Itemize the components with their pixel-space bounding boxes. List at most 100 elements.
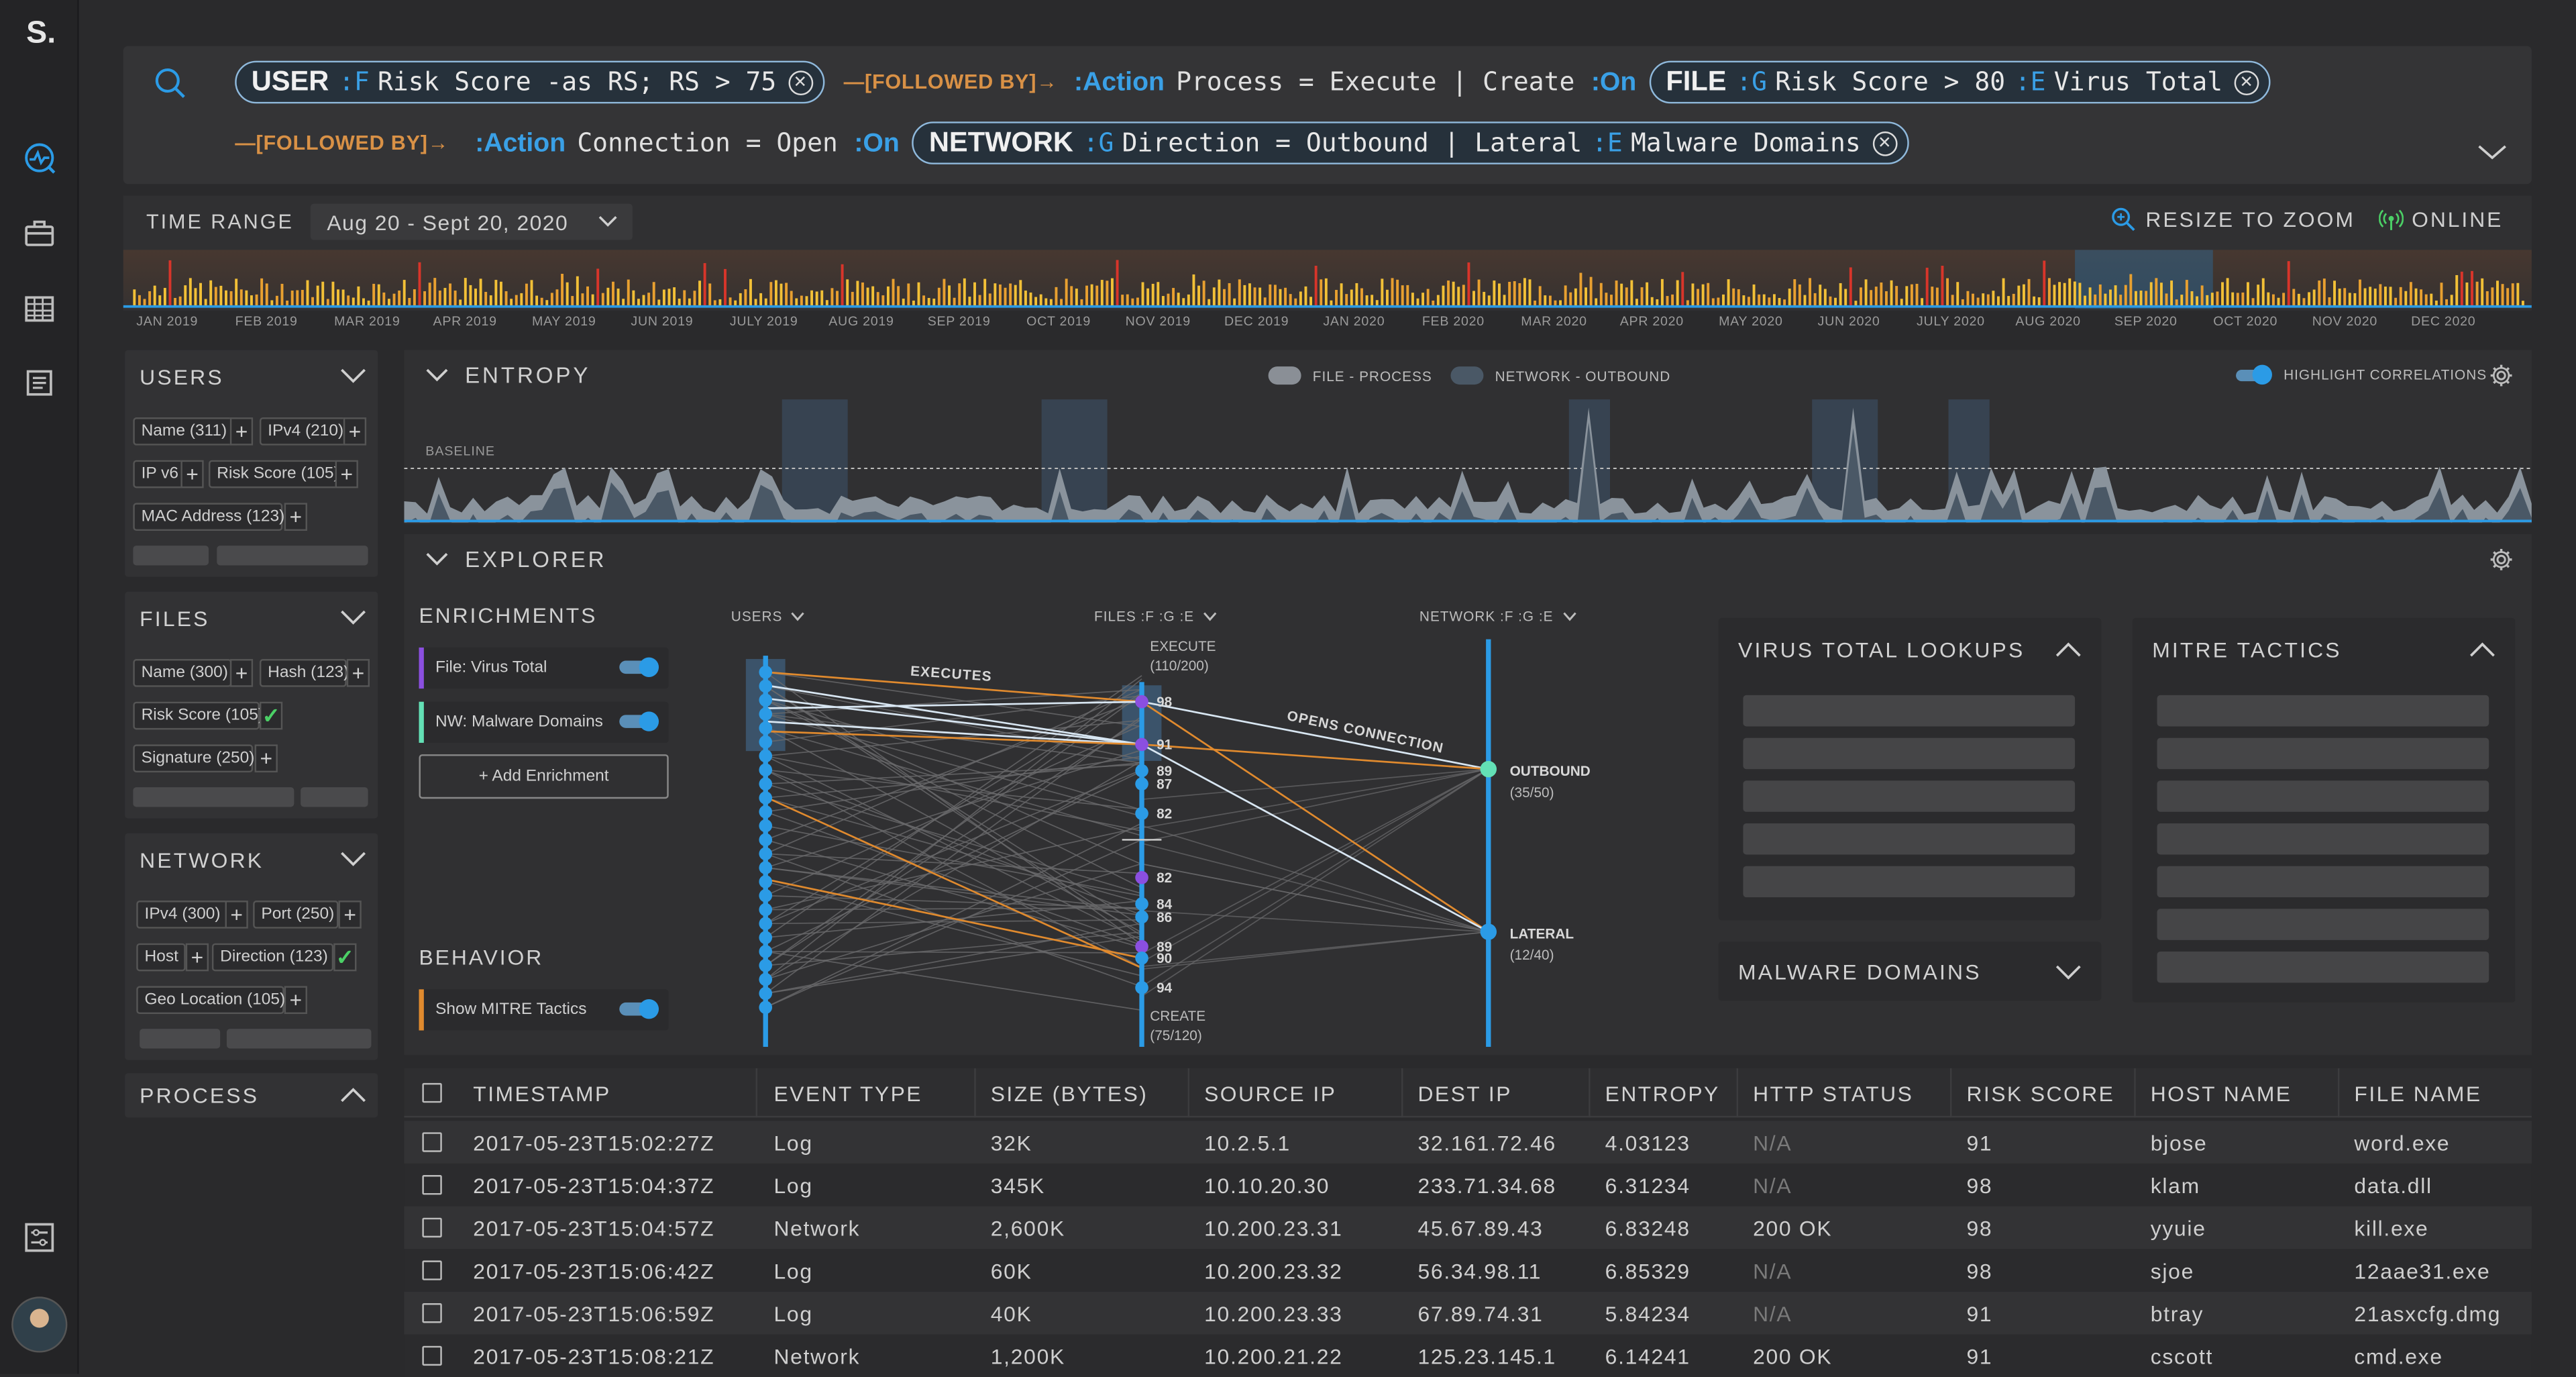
col-source-ip[interactable]: SOURCE IP xyxy=(1189,1068,1403,1118)
plus-icon[interactable]: + xyxy=(284,503,307,531)
filter-chip[interactable]: Host xyxy=(136,943,186,972)
file-node[interactable] xyxy=(1135,951,1148,965)
table-row[interactable]: 2017-05-23T15:06:42Z Log 60K 10.200.23.32 56… xyxy=(404,1249,2532,1292)
col-event-type[interactable]: EVENT TYPE xyxy=(759,1068,976,1118)
col-timestamp[interactable]: TIMESTAMP xyxy=(458,1068,757,1118)
close-icon[interactable]: ✕ xyxy=(2234,70,2259,95)
filter-chip[interactable]: Port (250) xyxy=(253,901,339,929)
file-node[interactable] xyxy=(1135,939,1148,954)
filters-icon[interactable] xyxy=(23,1221,56,1254)
col-http-status[interactable]: HTTP STATUS xyxy=(1738,1068,1952,1118)
user-node[interactable] xyxy=(759,833,773,847)
row-checkbox[interactable] xyxy=(422,1260,442,1280)
check-icon[interactable]: ✓ xyxy=(259,701,283,730)
lateral-node[interactable] xyxy=(1480,923,1497,940)
user-node[interactable] xyxy=(759,917,773,931)
activity-icon[interactable] xyxy=(23,142,56,174)
col-size[interactable]: SIZE (BYTES) xyxy=(976,1068,1190,1118)
malware-domains-card[interactable]: MALWARE DOMAINS xyxy=(1718,941,2102,1001)
network-query-pill[interactable]: NETWORK :G Direction = Outbound | Latera… xyxy=(912,121,1909,164)
user-node[interactable] xyxy=(759,931,773,944)
chevron-down-icon[interactable] xyxy=(425,368,448,383)
legend-file-process[interactable]: FILE - PROCESS xyxy=(1268,366,1432,385)
close-icon[interactable]: ✕ xyxy=(1872,130,1897,156)
table-icon[interactable] xyxy=(23,293,56,325)
file-node[interactable] xyxy=(1135,737,1148,752)
users-axis-dropdown[interactable]: USERS xyxy=(731,608,806,625)
legend-network-outbound[interactable]: NETWORK - OUTBOUND xyxy=(1450,366,1670,385)
user-node[interactable] xyxy=(759,707,773,721)
filter-chip[interactable]: Hash (123) xyxy=(259,659,349,687)
filter-chip[interactable]: Risk Score (105) xyxy=(133,701,264,730)
file-query-pill[interactable]: FILE :G Risk Score > 80 :E Virus Total ✕ xyxy=(1649,60,2271,104)
table-row[interactable]: 2017-05-23T15:06:59Z Log 40K 10.200.23.33 67… xyxy=(404,1291,2532,1335)
plus-icon[interactable]: + xyxy=(185,943,209,972)
user-node[interactable] xyxy=(759,888,773,903)
user-node[interactable] xyxy=(759,875,773,888)
filter-chip[interactable]: Name (311) xyxy=(133,417,240,446)
user-node[interactable] xyxy=(759,791,773,805)
chevron-down-icon[interactable] xyxy=(2477,145,2507,161)
user-node[interactable] xyxy=(759,777,773,790)
user-node[interactable] xyxy=(759,1001,773,1015)
user-node[interactable] xyxy=(759,679,773,693)
user-node[interactable] xyxy=(759,805,773,819)
time-range-select[interactable]: Aug 20 - Sept 20, 2020 xyxy=(310,203,633,240)
user-node[interactable] xyxy=(759,861,773,874)
user-node[interactable] xyxy=(759,665,773,679)
outbound-node[interactable] xyxy=(1480,760,1497,778)
add-enrichment-button[interactable]: + Add Enrichment xyxy=(419,754,669,799)
table-row[interactable]: 2017-05-23T15:04:37Z Log 345K 10.10.20.30 23… xyxy=(404,1163,2532,1207)
filter-chip[interactable]: IPv4 (210) xyxy=(259,417,347,446)
table-row[interactable]: 2017-05-23T15:02:27Z Log 32K 10.2.5.1 32.161… xyxy=(404,1121,2532,1164)
col-risk-score[interactable]: RISK SCORE xyxy=(1951,1068,2136,1118)
chevron-up-icon[interactable] xyxy=(340,1084,366,1104)
user-node[interactable] xyxy=(759,986,773,1001)
chevron-down-icon[interactable] xyxy=(2055,962,2082,981)
filter-chip[interactable]: Risk Score (105) xyxy=(209,460,343,489)
plus-icon[interactable]: + xyxy=(180,460,204,489)
user-node[interactable] xyxy=(759,721,773,735)
filter-chip[interactable]: MAC Address (123) xyxy=(133,503,284,531)
highlight-correlations-toggle[interactable]: HIGHLIGHT CORRELATIONS xyxy=(2236,364,2487,385)
search-icon[interactable] xyxy=(153,66,189,102)
user-node[interactable] xyxy=(759,903,773,917)
network-axis-dropdown[interactable]: NETWORK :F :G :E xyxy=(1419,608,1576,625)
chevron-up-icon[interactable] xyxy=(2055,640,2082,659)
file-node[interactable] xyxy=(1135,764,1148,778)
gear-icon[interactable] xyxy=(2489,548,2514,572)
col-entropy[interactable]: ENTROPY xyxy=(1591,1068,1739,1118)
user-node[interactable] xyxy=(759,847,773,861)
file-node[interactable] xyxy=(1135,981,1148,994)
select-all-checkbox[interactable] xyxy=(422,1082,442,1103)
filter-chip[interactable]: Signature (250) xyxy=(133,744,254,773)
briefcase-icon[interactable] xyxy=(23,217,56,250)
enrichment-malware-domains[interactable]: NW: Malware Domains xyxy=(419,701,669,743)
file-node[interactable] xyxy=(1135,897,1148,911)
table-row[interactable]: 2017-05-23T15:08:21Z Network 1,200K 10.200.… xyxy=(404,1334,2532,1377)
gear-icon[interactable] xyxy=(2489,363,2514,388)
filter-chip[interactable]: IP v6 xyxy=(133,460,186,489)
row-checkbox[interactable] xyxy=(422,1217,442,1238)
user-node[interactable] xyxy=(759,972,773,986)
report-icon[interactable] xyxy=(23,366,56,399)
chevron-down-icon[interactable] xyxy=(425,552,448,567)
plus-icon[interactable]: + xyxy=(335,460,358,489)
row-checkbox[interactable] xyxy=(422,1132,442,1152)
close-icon[interactable]: ✕ xyxy=(788,70,813,95)
plus-icon[interactable]: + xyxy=(338,901,362,929)
check-icon[interactable]: ✓ xyxy=(333,943,357,972)
file-node[interactable] xyxy=(1135,910,1148,924)
user-node[interactable] xyxy=(759,819,773,833)
file-node[interactable] xyxy=(1135,695,1148,709)
col-dest-ip[interactable]: DEST IP xyxy=(1403,1068,1591,1118)
plus-icon[interactable]: + xyxy=(229,417,254,446)
row-checkbox[interactable] xyxy=(422,1345,442,1366)
file-node[interactable] xyxy=(1135,870,1148,884)
file-node[interactable] xyxy=(1135,807,1148,821)
toggle-switch[interactable] xyxy=(619,711,659,731)
user-node[interactable] xyxy=(759,945,773,958)
filter-chip[interactable]: IPv4 (300) xyxy=(136,901,229,929)
behavior-mitre-tactics[interactable]: Show MITRE Tactics xyxy=(419,989,669,1031)
filter-chip[interactable]: Geo Location (105) xyxy=(136,986,285,1015)
